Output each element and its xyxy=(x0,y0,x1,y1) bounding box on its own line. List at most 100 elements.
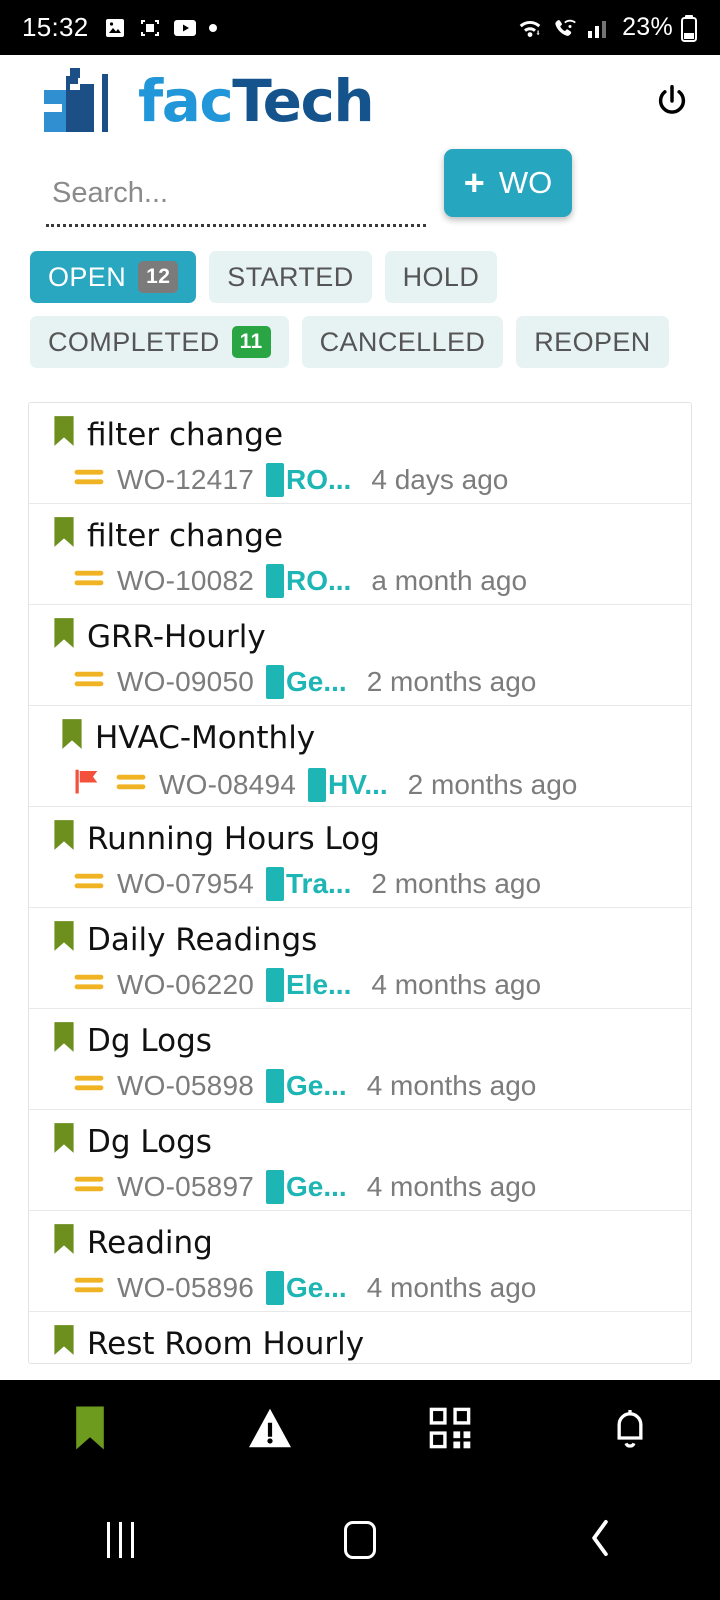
search-field-wrapper xyxy=(46,169,426,227)
dot-icon xyxy=(208,23,218,33)
work-order-time: 2 months ago xyxy=(407,768,578,800)
asset-tag-label: Tra... xyxy=(286,868,352,900)
work-order-row[interactable]: GRR-Hourly WO-09050 Ge... 2 months ago xyxy=(29,605,691,706)
work-order-title: Reading xyxy=(87,1224,213,1261)
app-header: facTech xyxy=(0,55,720,147)
tab-cancelled[interactable]: CANCELLED xyxy=(301,316,504,368)
work-order-title: Running Hours Log xyxy=(87,820,380,857)
asset-chip-icon xyxy=(266,867,284,902)
work-order-meta: WO-08494 HV... 2 months ago xyxy=(51,766,691,803)
asset-chip-icon xyxy=(266,564,284,599)
bookmark-icon xyxy=(51,920,77,959)
work-order-row[interactable]: Running Hours Log WO-07954 Tra... 2 months … xyxy=(29,807,691,908)
work-order-row[interactable]: filter change WO-12417 RO... 4 days ago xyxy=(29,403,691,504)
asset-tag: Ge... xyxy=(266,1069,347,1104)
power-icon[interactable] xyxy=(650,79,694,123)
android-recents-button[interactable] xyxy=(0,1522,240,1558)
work-order-row[interactable]: Daily Readings WO-06220 Ele... 4 months ago xyxy=(29,908,691,1009)
work-order-title: filter change xyxy=(87,416,284,453)
wifi-icon xyxy=(516,15,544,41)
work-order-row[interactable]: Dg Logs WO-05898 Ge... 4 months ago xyxy=(29,1009,691,1110)
warning-triangle-icon xyxy=(247,1407,293,1454)
status-bar-right: 23% xyxy=(516,13,698,42)
work-order-row[interactable]: Rest Room Hourly xyxy=(29,1312,691,1363)
priority-icon xyxy=(73,969,105,1001)
factory-building-icon xyxy=(44,66,124,137)
asset-chip-icon xyxy=(266,665,284,700)
bookmark-icon xyxy=(51,819,77,858)
work-order-row[interactable]: filter change WO-10082 RO... a month ago xyxy=(29,504,691,605)
work-order-title-line: Dg Logs xyxy=(51,1021,691,1060)
asset-tag: HV... xyxy=(308,767,388,802)
work-order-meta: WO-10082 RO... a month ago xyxy=(51,564,691,599)
work-order-title-line: Dg Logs xyxy=(51,1122,691,1161)
work-order-number: WO-05898 xyxy=(117,1070,254,1102)
nav-alerts[interactable] xyxy=(180,1380,360,1480)
work-order-title-line: Daily Readings xyxy=(51,920,691,959)
asset-tag: Ge... xyxy=(266,665,347,700)
priority-icon xyxy=(115,769,147,801)
add-work-order-button[interactable]: + WO xyxy=(444,149,572,217)
search-input[interactable] xyxy=(46,169,426,226)
asset-chip-icon xyxy=(266,1170,284,1205)
logo-text: facTech xyxy=(138,72,375,130)
work-order-time: 4 months ago xyxy=(371,969,542,1001)
tab-label: CANCELLED xyxy=(319,326,486,357)
nav-qr-scan[interactable] xyxy=(360,1380,540,1480)
asset-chip-icon xyxy=(308,767,326,802)
work-order-number: WO-10082 xyxy=(117,565,254,597)
signal-icon xyxy=(586,16,612,40)
work-order-row[interactable]: Reading WO-05896 Ge... 4 months ago xyxy=(29,1211,691,1312)
work-order-number: WO-05897 xyxy=(117,1171,254,1203)
work-order-meta: WO-12417 RO... 4 days ago xyxy=(51,463,691,498)
status-time: 15:32 xyxy=(22,12,89,42)
asset-tag-label: RO... xyxy=(286,464,352,496)
asset-tag-label: Ele... xyxy=(286,969,352,1001)
gallery-icon xyxy=(103,16,127,40)
nav-notifications[interactable] xyxy=(540,1380,720,1480)
android-back-button[interactable] xyxy=(480,1516,720,1565)
work-order-title-line: Running Hours Log xyxy=(51,819,691,858)
work-order-row[interactable]: Dg Logs WO-05897 Ge... 4 months ago xyxy=(29,1110,691,1211)
add-work-order-label: WO xyxy=(498,165,553,200)
bookmark-icon xyxy=(51,1122,77,1161)
asset-chip-icon xyxy=(266,1271,284,1306)
asset-chip-icon xyxy=(266,463,284,498)
tab-label: COMPLETED xyxy=(48,326,220,357)
work-order-list[interactable]: filter change WO-12417 RO... 4 days ago filt… xyxy=(28,402,692,1364)
search-row: + WO xyxy=(0,147,720,227)
work-order-meta: WO-05897 Ge... 4 months ago xyxy=(51,1170,691,1205)
work-order-time: a month ago xyxy=(371,565,528,597)
asset-tag-label: Ge... xyxy=(286,666,347,698)
tab-label: STARTED xyxy=(227,261,354,292)
work-order-title: HVAC-Monthly xyxy=(95,719,316,756)
tab-reopen[interactable]: REOPEN xyxy=(516,316,669,368)
priority-icon xyxy=(73,868,105,900)
tab-open[interactable]: OPEN 12 xyxy=(30,251,197,303)
work-order-meta: WO-09050 Ge... 2 months ago xyxy=(51,665,691,700)
asset-tag: RO... xyxy=(266,564,351,599)
work-order-time: 4 months ago xyxy=(366,1272,537,1304)
bookmark-icon xyxy=(51,415,77,454)
battery-percent: 23% xyxy=(622,13,673,41)
android-home-button[interactable] xyxy=(240,1521,480,1559)
bookmark-icon xyxy=(51,1324,77,1363)
app-logo: facTech xyxy=(44,66,375,137)
priority-icon xyxy=(73,464,105,496)
bell-icon xyxy=(610,1406,650,1455)
tab-badge: 11 xyxy=(231,326,271,358)
nav-bookmark[interactable] xyxy=(0,1380,180,1480)
asset-tag: Ge... xyxy=(266,1170,347,1205)
tab-hold[interactable]: HOLD xyxy=(384,251,498,303)
android-navigation-bar xyxy=(0,1480,720,1600)
work-order-title-line: Reading xyxy=(51,1223,691,1262)
work-order-row[interactable]: HVAC-Monthly WO-08494 HV... 2 months ago xyxy=(29,706,691,807)
tab-label: OPEN xyxy=(48,261,127,292)
tab-badge: 12 xyxy=(138,261,179,293)
asset-tag-label: Ge... xyxy=(286,1272,347,1304)
tab-completed[interactable]: COMPLETED 11 xyxy=(30,316,289,368)
plus-icon: + xyxy=(463,162,485,203)
bookmark-icon xyxy=(59,718,85,757)
asset-tag: Ele... xyxy=(266,968,352,1003)
tab-started[interactable]: STARTED xyxy=(209,251,372,303)
